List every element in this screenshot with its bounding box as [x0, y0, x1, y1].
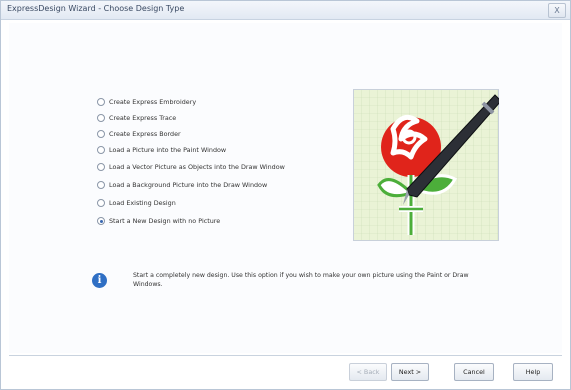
design-illustration [353, 89, 499, 241]
info-description: Start a completely new design. Use this … [133, 272, 469, 288]
radio-button[interactable] [97, 163, 105, 171]
cancel-button[interactable]: Cancel [454, 363, 494, 381]
radio-button[interactable] [97, 181, 105, 189]
divider [9, 355, 562, 356]
back-button[interactable]: < Back [349, 363, 387, 381]
option-label: Load Existing Design [109, 199, 176, 207]
window-title: ExpressDesign Wizard - Choose Design Typ… [7, 4, 185, 13]
option-label: Create Express Trace [109, 114, 177, 122]
info-icon: i [92, 273, 107, 288]
radio-button[interactable] [97, 98, 105, 106]
radio-button[interactable] [97, 199, 105, 207]
option-label: Create Express Embroidery [109, 98, 197, 106]
option-load-vector-picture[interactable]: Load a Vector Picture as Objects into th… [97, 161, 285, 173]
help-button[interactable]: Help [513, 363, 553, 381]
option-label: Create Express Border [109, 130, 181, 138]
option-load-background-picture[interactable]: Load a Background Picture into the Draw … [97, 179, 267, 191]
option-label: Load a Picture into the Paint Window [109, 146, 227, 154]
option-create-express-trace[interactable]: Create Express Trace [97, 112, 176, 124]
option-label: Load a Vector Picture as Objects into th… [109, 163, 285, 171]
option-start-new-design[interactable]: Start a New Design with no Picture [97, 215, 220, 227]
option-label: Start a New Design with no Picture [109, 217, 221, 225]
close-button[interactable]: X [548, 3, 566, 18]
wizard-window: ExpressDesign Wizard - Choose Design Typ… [0, 0, 571, 390]
radio-button[interactable] [97, 130, 105, 138]
option-load-picture-paint[interactable]: Load a Picture into the Paint Window [97, 144, 226, 156]
option-create-express-embroidery[interactable]: Create Express Embroidery [97, 96, 196, 108]
radio-button-selected[interactable] [97, 217, 105, 225]
radio-button[interactable] [97, 146, 105, 154]
radio-button[interactable] [97, 114, 105, 122]
next-button[interactable]: Next > [391, 363, 429, 381]
title-bar[interactable]: ExpressDesign Wizard - Choose Design Typ… [1, 1, 570, 20]
option-load-existing-design[interactable]: Load Existing Design [97, 197, 176, 209]
option-create-express-border[interactable]: Create Express Border [97, 128, 181, 140]
option-label: Load a Background Picture into the Draw … [109, 181, 268, 189]
